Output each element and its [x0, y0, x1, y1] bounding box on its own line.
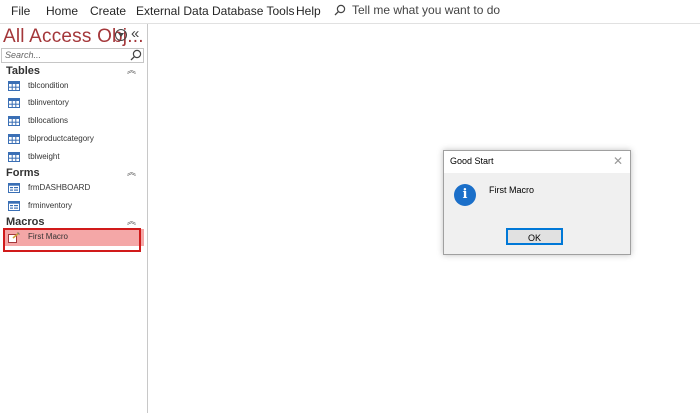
dialog-body: i First Macro OK	[444, 173, 630, 254]
tab-external-data[interactable]: External Data	[136, 4, 209, 18]
table-icon	[8, 152, 20, 162]
tab-help[interactable]: Help	[296, 4, 321, 18]
nav-item-tbllocations[interactable]: tbllocations	[0, 113, 146, 130]
search-input[interactable]: Search...	[1, 48, 144, 63]
search-icon[interactable]	[130, 49, 142, 61]
tell-me-text: Tell me what you want to do	[352, 3, 501, 17]
close-icon[interactable]: ✕	[613, 154, 623, 168]
tab-home[interactable]: Home	[46, 4, 78, 18]
nav-item-label: tbllocations	[28, 116, 69, 125]
group-header-tables[interactable]: Tables ︽	[0, 65, 146, 79]
chevron-up-icon[interactable]: ︽	[127, 63, 136, 76]
tab-file[interactable]: File	[11, 4, 30, 18]
nav-item-frmdashboard[interactable]: frmDASHBOARD	[0, 180, 146, 197]
chevron-down-icon[interactable]	[115, 29, 127, 41]
dialog-title: Good Start	[450, 156, 494, 166]
nav-item-label: frminventory	[28, 201, 73, 210]
group-label: Tables	[6, 65, 41, 77]
form-icon	[8, 183, 20, 193]
nav-item-label: tblweight	[28, 152, 60, 161]
table-icon	[8, 134, 20, 144]
tab-database-tools[interactable]: Database Tools	[212, 4, 295, 18]
message-box-dialog: Good Start ✕ i First Macro OK	[443, 150, 631, 255]
dialog-message: First Macro	[489, 185, 534, 195]
tell-me-box[interactable]: Tell me what you want to do	[334, 3, 500, 17]
ribbon-menu-bar: File Home Create External Data Database …	[0, 0, 700, 24]
group-label: Macros	[6, 216, 45, 228]
info-icon: i	[454, 184, 476, 206]
group-label: Forms	[6, 167, 40, 179]
dialog-titlebar[interactable]: Good Start ✕	[444, 151, 630, 173]
nav-item-label: tblinventory	[28, 98, 69, 107]
ok-button[interactable]: OK	[506, 228, 563, 245]
chevron-up-icon[interactable]: ︽	[127, 165, 136, 178]
collapse-pane-icon[interactable]: «	[131, 25, 139, 42]
nav-item-tblproductcategory[interactable]: tblproductcategory	[0, 131, 146, 148]
group-header-forms[interactable]: Forms ︽	[0, 167, 146, 181]
table-icon	[8, 81, 20, 91]
nav-item-tblcondition[interactable]: tblcondition	[0, 78, 146, 95]
nav-item-label: frmDASHBOARD	[28, 183, 91, 192]
tab-create[interactable]: Create	[90, 4, 126, 18]
nav-item-frminventory[interactable]: frminventory	[0, 198, 146, 215]
table-icon	[8, 116, 20, 126]
form-icon	[8, 201, 20, 211]
search-placeholder: Search...	[5, 50, 42, 60]
table-icon	[8, 98, 20, 108]
highlight-box	[3, 228, 141, 252]
nav-item-tblweight[interactable]: tblweight	[0, 149, 146, 166]
search-icon	[334, 4, 346, 16]
navigation-pane: All Access Obj... « Search... Tables ︽ t…	[0, 24, 148, 413]
nav-item-label: tblproductcategory	[28, 134, 94, 143]
nav-item-tblinventory[interactable]: tblinventory	[0, 95, 146, 112]
chevron-up-icon[interactable]: ︽	[127, 214, 136, 227]
nav-item-label: tblcondition	[28, 81, 69, 90]
